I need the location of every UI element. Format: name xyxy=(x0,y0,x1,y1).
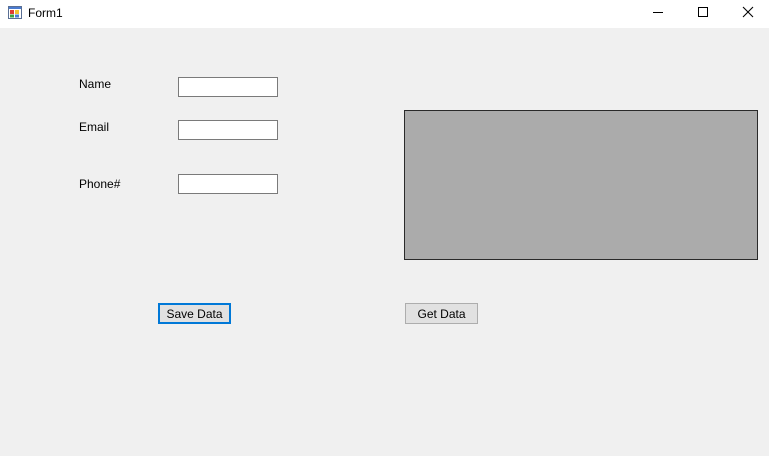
name-input[interactable] xyxy=(178,77,278,97)
title-bar[interactable]: Form1 xyxy=(0,0,769,28)
form-app-icon xyxy=(8,6,22,19)
window-title: Form1 xyxy=(28,6,63,20)
close-button[interactable] xyxy=(725,0,769,28)
close-icon xyxy=(742,5,754,23)
email-label: Email xyxy=(79,120,110,134)
name-label: Name xyxy=(79,77,112,91)
form1-window: Form1 Name Email Phone# Save Data Get Da… xyxy=(0,0,769,456)
phone-label: Phone# xyxy=(79,177,121,191)
phone-input[interactable] xyxy=(178,174,278,194)
minimize-button[interactable] xyxy=(635,0,681,28)
get-data-button[interactable]: Get Data xyxy=(405,303,478,324)
email-input[interactable] xyxy=(178,120,278,140)
data-grid-view[interactable] xyxy=(404,110,758,260)
minimize-icon xyxy=(652,5,664,23)
maximize-icon xyxy=(697,5,709,23)
maximize-button[interactable] xyxy=(680,0,726,28)
save-data-button[interactable]: Save Data xyxy=(158,303,231,324)
